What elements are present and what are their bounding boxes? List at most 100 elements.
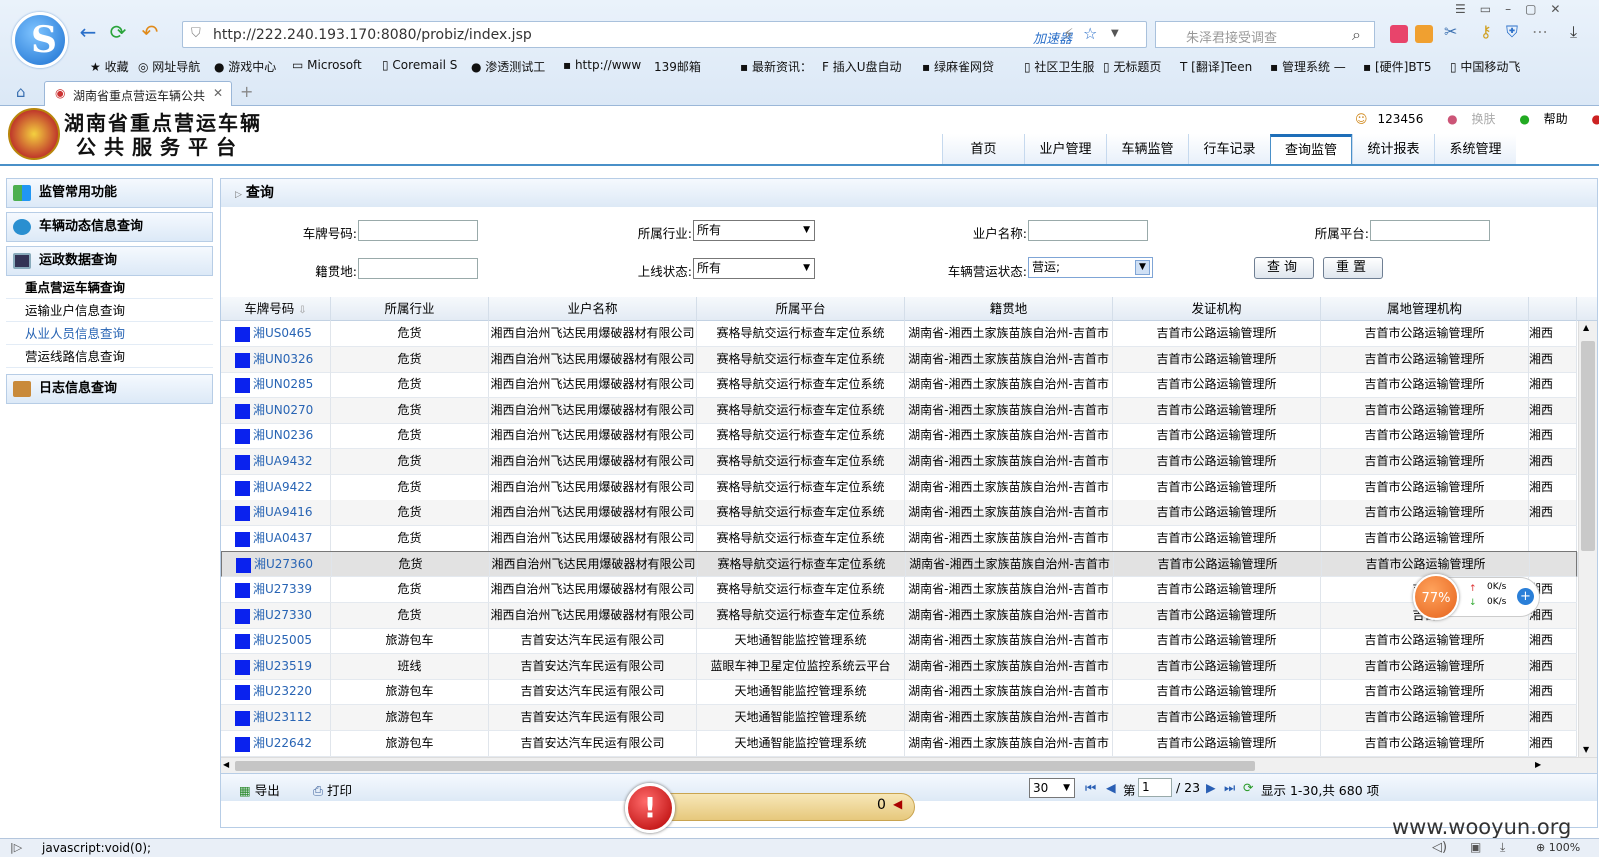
last-page-icon[interactable]: ⏭ (1224, 780, 1235, 796)
col-header-origin[interactable]: 籍贯地 (905, 297, 1113, 321)
table-row[interactable]: 湘UA0437 危货 湘西自治州飞达民用爆破器材有限公司 赛格导航交运行标查车定位系统… (221, 525, 1577, 552)
cell-plate[interactable]: 湘U25005 (221, 628, 331, 654)
horizontal-scroll-thumb[interactable] (235, 761, 1255, 771)
table-row[interactable]: 湘U25005 旅游包车 吉首安达汽车民运有限公司 天地通智能监控管理系统 湖南省-湘西… (221, 628, 1577, 655)
plate-link[interactable]: 湘U22642 (253, 736, 312, 750)
prev-page-icon[interactable]: ◀ (1106, 780, 1116, 795)
bookmark-item[interactable]: ▪ 管理系统 — (1270, 58, 1346, 75)
table-row[interactable]: 湘UA9416 危货 湘西自治州飞达民用爆破器材有限公司 赛格导航交运行标查车定位系统… (221, 500, 1577, 527)
bookmark-item[interactable]: 139邮箱 (654, 58, 701, 75)
col-header-platform[interactable]: 所属平台 (697, 297, 905, 321)
user-item[interactable]: ☺ 123456 (1355, 112, 1433, 126)
new-tab-icon[interactable]: + (240, 82, 253, 101)
table-row[interactable]: 湘U27360 危货 湘西自治州飞达民用爆破器材有限公司 赛格导航交运行标查车定位系统… (221, 551, 1578, 578)
cell-plate[interactable]: 湘U23519 (221, 653, 331, 679)
scroll-down-icon[interactable]: ▼ (1583, 745, 1589, 754)
bookmark-item[interactable]: ▪ 最新资讯： (740, 58, 812, 75)
sidebar-section-transport-data[interactable]: 运政数据查询 (6, 246, 213, 276)
shield-icon[interactable]: ⛨ (1506, 22, 1518, 42)
next-page-icon[interactable]: ▶ (1206, 780, 1216, 795)
screenshot-icon[interactable]: ▣ (1470, 840, 1481, 854)
window-controls[interactable]: ☰▭–▢✕ (1455, 2, 1575, 16)
refresh-icon[interactable]: ⟳ (106, 20, 130, 44)
toolbar-ext-icon[interactable] (1415, 25, 1433, 43)
opstatus-select[interactable]: 营运; ▼ (1028, 257, 1153, 278)
plate-link[interactable]: 湘US0465 (253, 326, 312, 340)
table-row[interactable]: 湘UN0270 危货 湘西自治州飞达民用爆破器材有限公司 赛格导航交运行标查车定位系统… (221, 397, 1577, 424)
toolbar-ext-icon[interactable] (1390, 25, 1408, 43)
scroll-up-icon[interactable]: ▲ (1583, 323, 1589, 332)
search-box[interactable]: 朱泽君接受调查 ⌕ (1155, 21, 1375, 48)
col-header-issuer[interactable]: 发证机构 (1113, 297, 1321, 321)
refresh-icon[interactable]: ⟳ (1243, 780, 1253, 795)
plate-link[interactable]: 湘U27339 (253, 582, 312, 596)
bookmark-item[interactable]: ▪ http://www (563, 58, 641, 72)
plate-link[interactable]: 湘UN0326 (253, 352, 313, 366)
bookmark-item[interactable]: ● 游戏中心 (214, 58, 276, 75)
origin-input[interactable] (358, 258, 478, 279)
sidebar-toggle-icon[interactable]: |▷ (10, 841, 22, 854)
table-row[interactable]: 湘U27330 危货 湘西自治州飞达民用爆破器材有限公司 赛格导航交运行标查车定位系统… (221, 602, 1577, 629)
nav-stat-reports[interactable]: 统计报表 (1352, 134, 1434, 164)
close-icon[interactable]: ✕ (213, 86, 223, 100)
sort-icon[interactable]: ⇩ (298, 305, 306, 316)
bookmark-item[interactable]: ▯ 中国移动飞 (1450, 58, 1520, 75)
scroll-right-icon[interactable]: ▶ (1535, 760, 1541, 769)
nav-vehicle-monitor[interactable]: 车辆监管 (1106, 134, 1188, 164)
nav-driving-record[interactable]: 行车记录 (1188, 134, 1270, 164)
plate-link[interactable]: 湘U25005 (253, 633, 312, 647)
home-icon[interactable]: ⌂ (16, 83, 26, 101)
plate-link[interactable]: 湘U23220 (253, 684, 312, 698)
chevron-down-icon[interactable]: ▼ (1111, 28, 1119, 39)
table-row[interactable]: 湘U27339 危货 湘西自治州飞达民用爆破器材有限公司 赛格导航交运行标查车定位系统… (221, 577, 1577, 603)
cell-plate[interactable]: 湘U27330 (221, 602, 331, 628)
plate-link[interactable]: 湘U27360 (254, 557, 313, 571)
search-icon[interactable]: ⌕ (1352, 25, 1361, 45)
page-size-select[interactable]: 30 ▼ (1029, 778, 1075, 798)
help-item[interactable]: ● 帮助 (1519, 112, 1577, 126)
export-button[interactable]: ▦ 导出 (239, 780, 280, 799)
skin-item[interactable]: ● 换肤 (1447, 112, 1505, 126)
bookmark-item[interactable]: ▪ [硬件]BT5 (1363, 58, 1432, 75)
cell-plate[interactable]: 湘U27360 (222, 552, 332, 578)
industry-select[interactable]: 所有 ▼ (693, 220, 815, 241)
cell-plate[interactable]: 湘UN0236 (221, 423, 331, 449)
cell-plate[interactable]: 湘UN0326 (221, 346, 331, 372)
table-row[interactable]: 湘UN0326 危货 湘西自治州飞达民用爆破器材有限公司 赛格导航交运行标查车定位系统… (221, 346, 1577, 373)
table-row[interactable]: 湘UA9422 危货 湘西自治州飞达民用爆破器材有限公司 赛格导航交运行标查车定位系统… (221, 474, 1577, 501)
cell-plate[interactable]: 湘UA9422 (221, 474, 331, 500)
table-row[interactable]: 湘UA9432 危货 湘西自治州飞达民用爆破器材有限公司 赛格导航交运行标查车定位系统… (221, 449, 1577, 475)
table-row[interactable]: 湘UN0236 危货 湘西自治州飞达民用爆破器材有限公司 赛格导航交运行标查车定位系统… (221, 423, 1577, 450)
address-bar[interactable]: ⛉ http://222.240.193.170:8080/probiz/ind… (182, 21, 1147, 48)
vertical-scrollbar[interactable]: ▲ ▼ (1578, 321, 1597, 757)
zoom-level[interactable]: ⊕ 100% (1536, 841, 1580, 854)
plate-link[interactable]: 湘U23112 (253, 710, 312, 724)
plate-link[interactable]: 湘UA9432 (253, 454, 313, 468)
speaker-icon[interactable]: ◀ (893, 797, 902, 811)
col-header-industry[interactable]: 所属行业 (331, 297, 489, 321)
sidebar-item-owner-info[interactable]: 运输业户信息查询 (6, 299, 213, 322)
star-icon[interactable]: ☆ (1083, 24, 1097, 43)
query-button[interactable]: 查询 (1254, 257, 1314, 279)
plus-icon[interactable]: + (1517, 588, 1534, 605)
sidebar-item-key-vehicle[interactable]: 重点营运车辆查询 (6, 276, 213, 299)
scissors-icon[interactable]: ✂ (1444, 22, 1457, 41)
plate-link[interactable]: 湘UN0270 (253, 403, 313, 417)
platform-input[interactable] (1370, 220, 1490, 241)
undo-icon[interactable]: ↶ (138, 20, 162, 44)
logout-item[interactable]: ● 退出 (1591, 112, 1599, 126)
col-header-extra[interactable] (1529, 297, 1577, 321)
plate-link[interactable]: 湘UA0437 (253, 531, 313, 545)
cell-plate[interactable]: 湘US0465 (221, 321, 331, 346)
cell-plate[interactable]: 湘UA9432 (221, 449, 331, 474)
bookmark-item[interactable]: ▯ 社区卫生服 (1024, 58, 1094, 75)
plate-link[interactable]: 湘UN0236 (253, 428, 313, 442)
cell-plate[interactable]: 湘UN0285 (221, 372, 331, 398)
plate-link[interactable]: 湘UA9422 (253, 480, 313, 494)
table-row[interactable]: 湘UN0285 危货 湘西自治州飞达民用爆破器材有限公司 赛格导航交运行标查车定位系统… (221, 372, 1577, 399)
page-input[interactable]: 1 (1138, 778, 1172, 797)
cell-plate[interactable]: 湘U22642 (221, 730, 331, 756)
back-icon[interactable]: ← (76, 20, 100, 44)
network-speed-widget[interactable]: 77% ↑ 0K/s ↓ 0K/s + (1413, 574, 1540, 620)
nav-system-mgmt[interactable]: 系统管理 (1434, 134, 1516, 164)
